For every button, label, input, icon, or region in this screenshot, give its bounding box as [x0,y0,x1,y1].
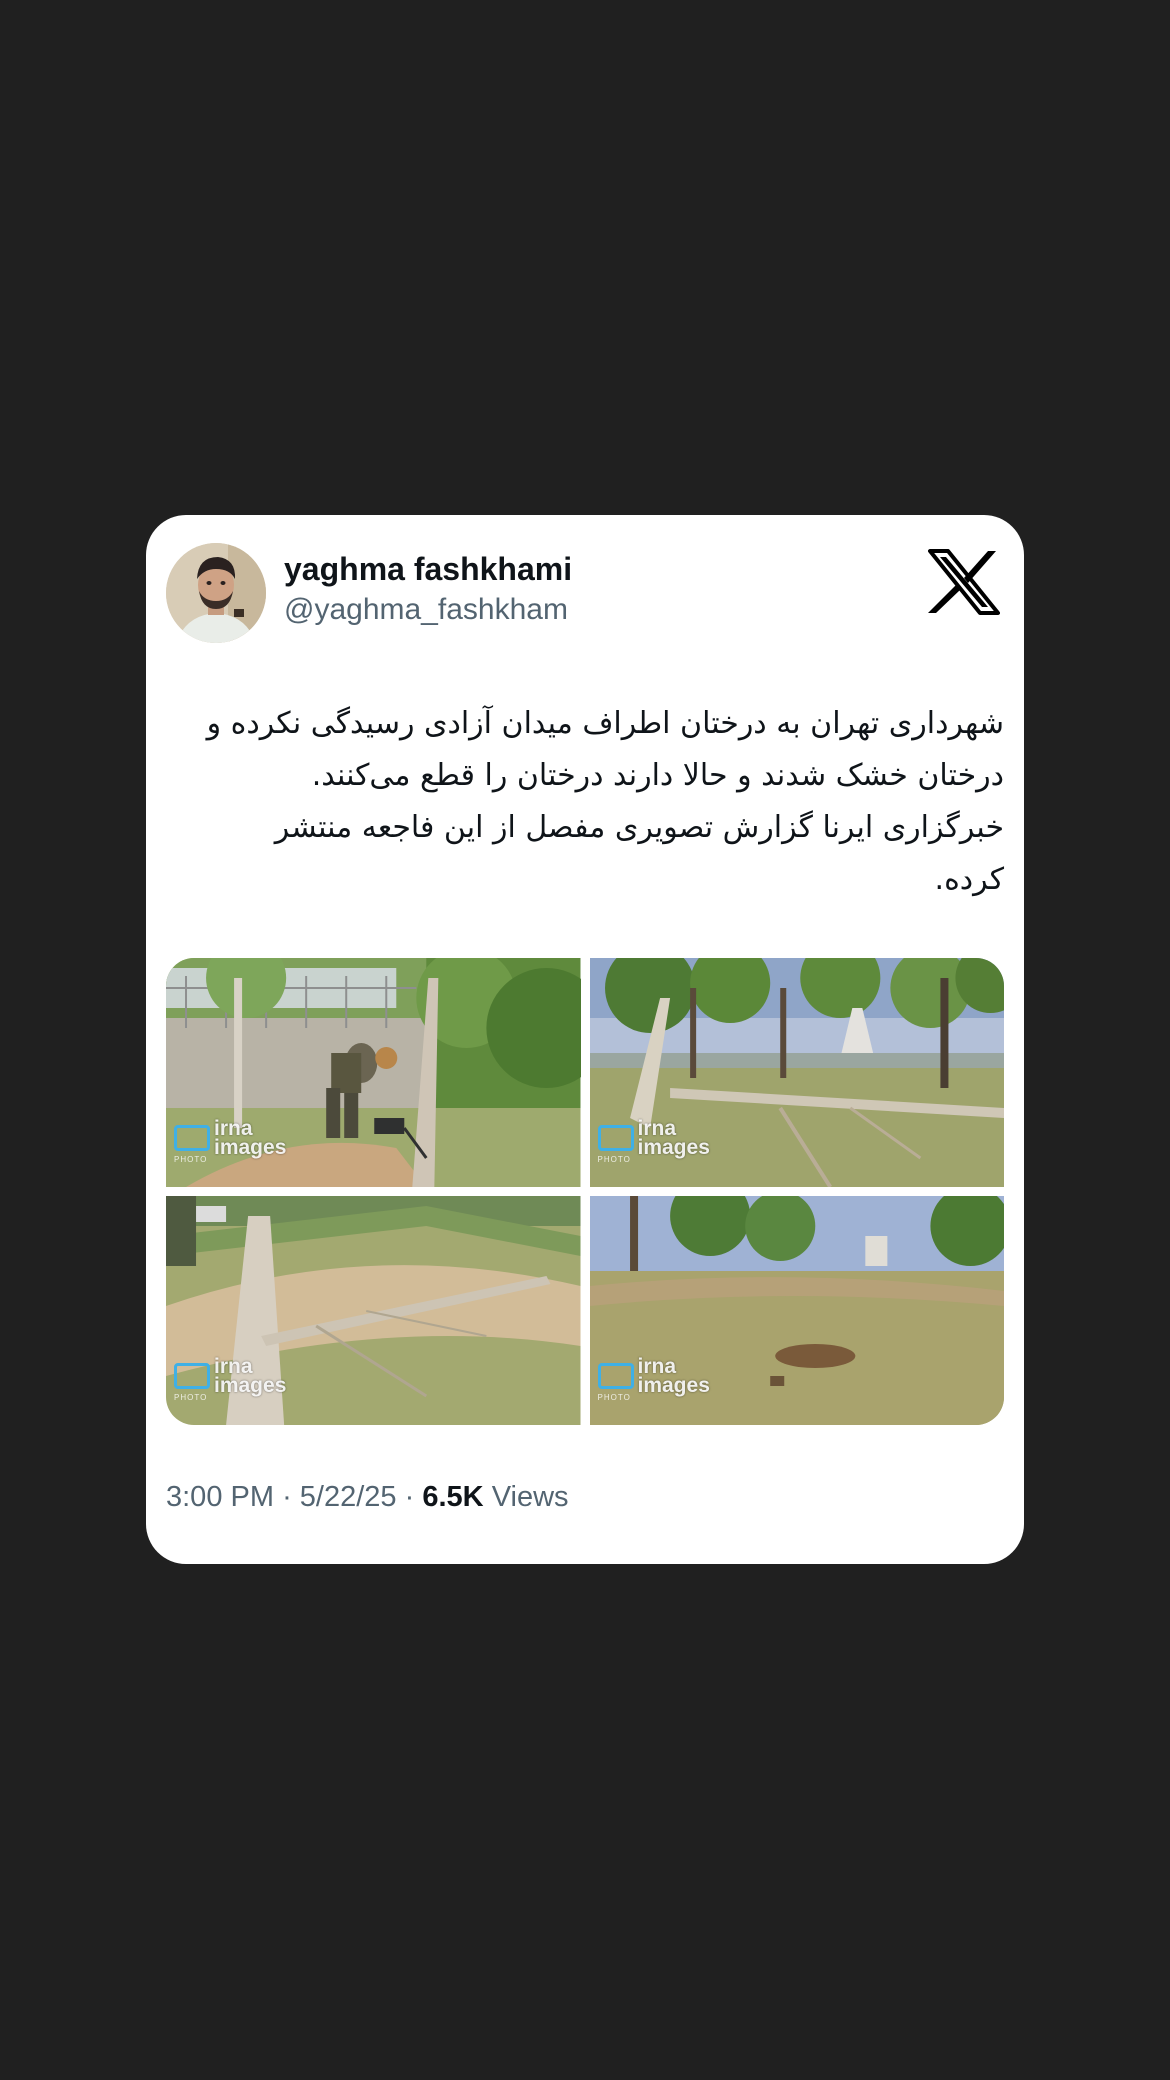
meta-separator: · [282,1481,292,1513]
media-photo[interactable]: irna images PHOTO [166,1196,581,1425]
user-handle[interactable]: @yaghma_fashkham [284,593,568,627]
profile-avatar[interactable] [166,543,266,643]
irna-logo-icon [174,1125,210,1151]
irna-watermark: irna images PHOTO [174,1355,287,1402]
display-name[interactable]: yaghma fashkhami [284,551,572,588]
media-grid[interactable]: irna images PHOTO irna images PHOTO irna… [166,958,1004,1425]
meta-separator: · [404,1481,415,1513]
media-photo[interactable]: irna images PHOTO [166,958,581,1187]
views-count: 6.5K [422,1481,484,1513]
tweet-date[interactable]: 5/22/25 [300,1481,397,1513]
views-label: Views [491,1481,569,1513]
irna-logo-icon [597,1363,634,1389]
irna-logo-icon [597,1125,634,1151]
tweet-card[interactable]: yaghma fashkhami @yaghma_fashkham شهردار… [146,515,1024,1564]
irna-watermark: irna images PHOTO [597,1117,710,1164]
tweet-meta: 3:00 PM · 5/22/25 · 6.5K Views [166,1481,569,1514]
media-photo[interactable]: irna images PHOTO [589,1196,1004,1425]
irna-watermark: irna images PHOTO [597,1355,710,1402]
tweet-time[interactable]: 3:00 PM [166,1481,274,1513]
tweet-text: شهرداری تهران به درختان اطراف میدان آزاد… [206,706,1004,897]
x-logo-icon[interactable] [928,549,1000,615]
irna-watermark: irna images PHOTO [174,1117,287,1164]
irna-logo-icon [174,1363,210,1389]
media-photo[interactable]: irna images PHOTO [589,958,1004,1187]
